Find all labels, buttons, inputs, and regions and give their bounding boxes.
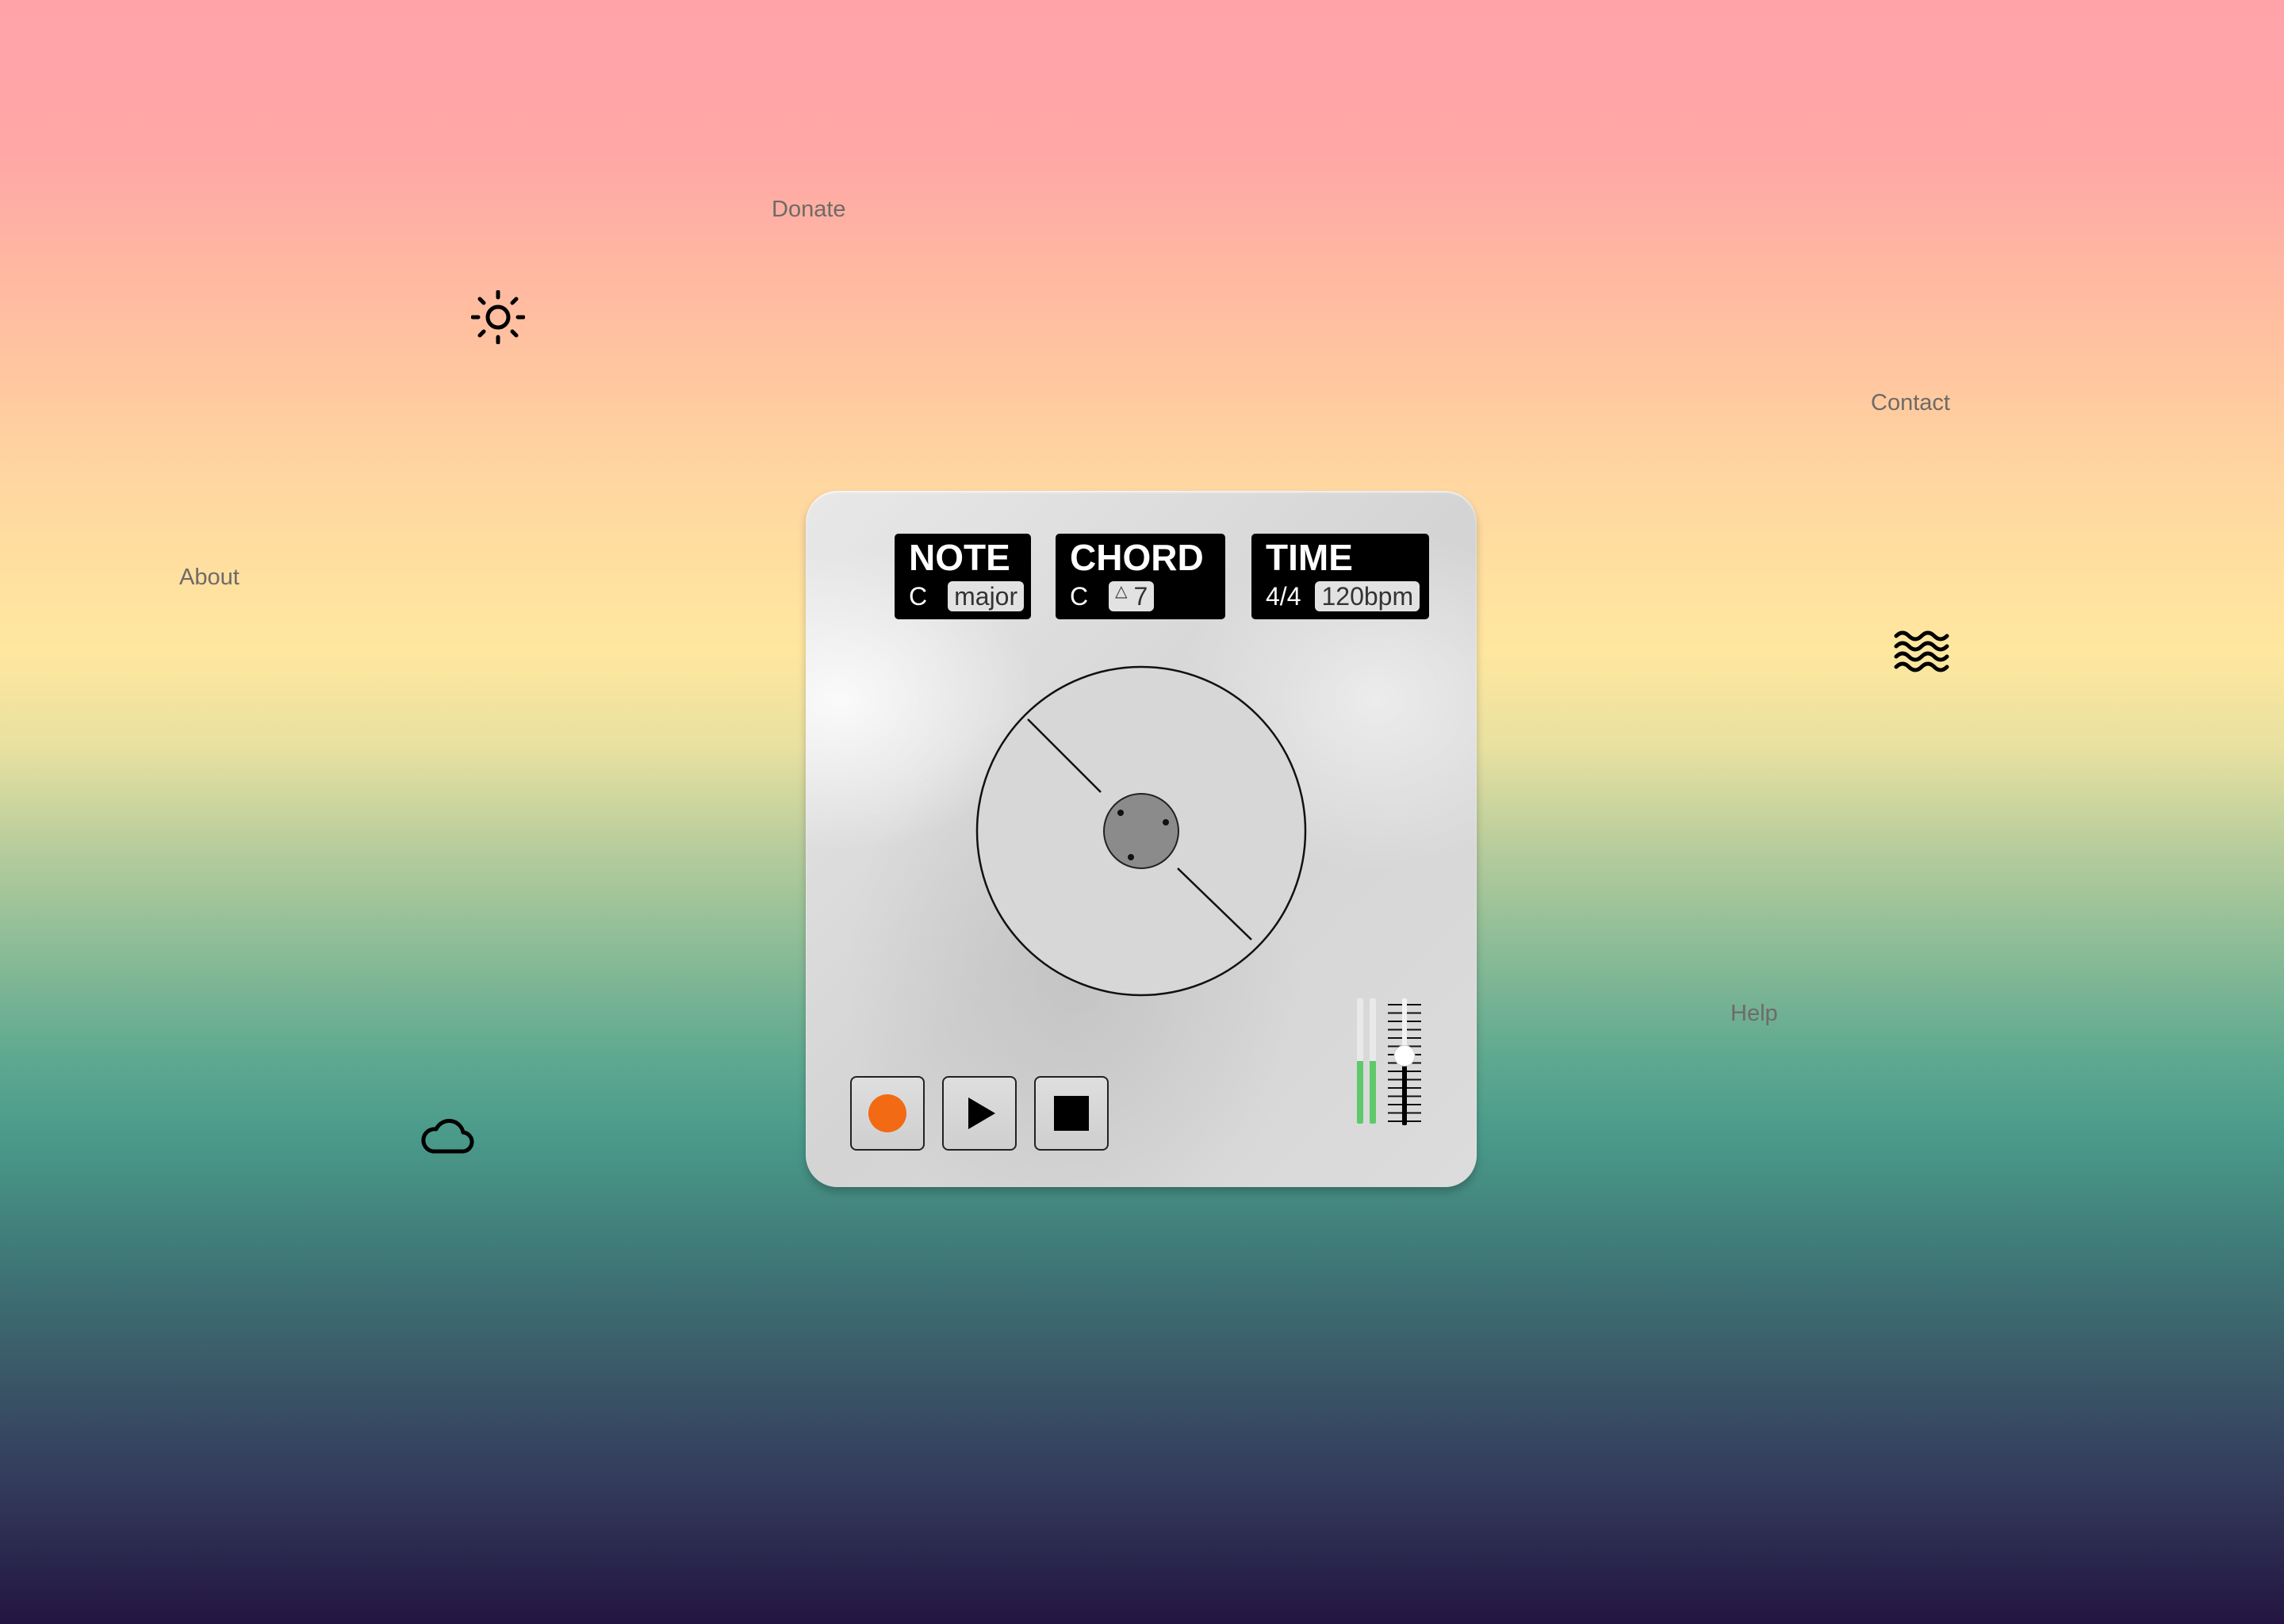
volume-fader[interactable] — [1385, 998, 1424, 1126]
level-meter-left — [1357, 998, 1363, 1124]
time-display: TIME 4/4 120bpm — [1251, 534, 1429, 619]
tempo-option[interactable]: 120bpm — [1315, 581, 1420, 611]
cloud-icon — [420, 1116, 474, 1159]
chord-type-label: 7 — [1133, 582, 1148, 611]
level-meter-left-fill — [1357, 1061, 1363, 1124]
donate-link[interactable]: Donate — [772, 197, 846, 223]
chord-type-option[interactable]: △ 7 — [1109, 581, 1155, 611]
chord-display: CHORD C △ 7 — [1056, 534, 1225, 619]
play-icon — [968, 1097, 995, 1129]
stop-icon — [1054, 1096, 1089, 1131]
record-icon — [868, 1094, 906, 1132]
about-link[interactable]: About — [179, 565, 240, 591]
chord-title: CHORD — [1070, 537, 1204, 578]
jog-wheel[interactable] — [975, 665, 1307, 997]
stop-button[interactable] — [1034, 1076, 1109, 1151]
chord-value[interactable]: C — [1070, 581, 1088, 611]
time-title: TIME — [1266, 537, 1353, 578]
record-button[interactable] — [850, 1076, 925, 1151]
note-value[interactable]: C — [909, 581, 927, 611]
contact-link[interactable]: Contact — [1871, 390, 1950, 416]
triangle-icon: △ — [1115, 583, 1128, 600]
music-player: NOTE C major CHORD C △ 7 TIME 4/4 120bpm — [806, 491, 1477, 1187]
play-button[interactable] — [942, 1076, 1017, 1151]
sun-icon — [470, 289, 526, 348]
level-meter-right — [1370, 998, 1376, 1124]
help-link[interactable]: Help — [1730, 1001, 1778, 1027]
time-signature-value[interactable]: 4/4 — [1266, 581, 1301, 611]
note-display: NOTE C major — [895, 534, 1031, 619]
note-title: NOTE — [909, 537, 1010, 578]
level-meter-right-fill — [1370, 1061, 1376, 1124]
waves-icon — [1894, 628, 1949, 678]
note-scale-option[interactable]: major — [948, 581, 1025, 611]
